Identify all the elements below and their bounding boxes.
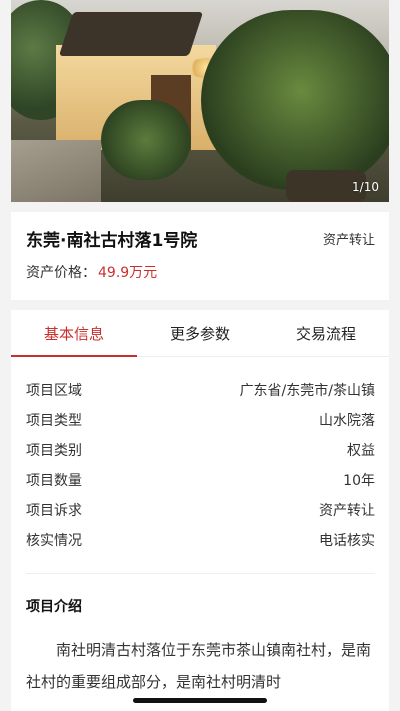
detail-value: 权益 bbox=[347, 443, 375, 459]
detail-row: 项目类型 山水院落 bbox=[26, 410, 375, 430]
tab-basic-info[interactable]: 基本信息 bbox=[11, 323, 137, 344]
home-indicator[interactable] bbox=[133, 698, 267, 703]
listing-tag: 资产转让 bbox=[322, 233, 375, 248]
photo-path bbox=[11, 140, 101, 202]
price-value: 49.9万元 bbox=[98, 265, 158, 281]
detail-value: 广东省/东莞市/茶山镇 bbox=[239, 383, 375, 399]
price-line: 资产价格： 49.9万元 bbox=[26, 262, 157, 282]
photo-gallery[interactable]: 1/10 bbox=[11, 0, 389, 202]
photo-roof bbox=[58, 12, 204, 56]
price-label: 资产价格： bbox=[26, 265, 96, 281]
detail-value: 山水院落 bbox=[319, 413, 375, 429]
details-card: 基本信息 更多参数 交易流程 项目区域 广东省/东莞市/茶山镇 项目类型 山水院… bbox=[11, 310, 389, 711]
photo-bush bbox=[101, 100, 191, 180]
detail-key: 项目类型 bbox=[26, 413, 82, 429]
tab-trade-process[interactable]: 交易流程 bbox=[263, 323, 389, 344]
tab-bar: 基本信息 更多参数 交易流程 bbox=[11, 310, 389, 357]
section-divider bbox=[26, 573, 375, 574]
detail-value: 资产转让 bbox=[319, 503, 375, 519]
tab-more-params[interactable]: 更多参数 bbox=[137, 323, 263, 344]
detail-key: 项目类别 bbox=[26, 443, 82, 459]
detail-row: 项目诉求 资产转让 bbox=[26, 500, 375, 520]
detail-key: 核实情况 bbox=[26, 533, 82, 549]
intro-title: 项目介绍 bbox=[26, 599, 82, 615]
detail-key: 项目数量 bbox=[26, 473, 82, 489]
listing-summary-card: 东莞·南社古村落1号院 资产转让 资产价格： 49.9万元 bbox=[11, 212, 389, 300]
detail-row: 项目区域 广东省/东莞市/茶山镇 bbox=[26, 380, 375, 400]
detail-value: 电话核实 bbox=[319, 533, 375, 549]
detail-key: 项目诉求 bbox=[26, 503, 82, 519]
photo-tree-right bbox=[201, 10, 389, 190]
detail-row: 项目数量 10年 bbox=[26, 470, 375, 490]
tab-active-indicator bbox=[11, 355, 137, 357]
detail-value: 10年 bbox=[343, 473, 375, 489]
detail-key: 项目区域 bbox=[26, 383, 82, 399]
detail-row: 项目类别 权益 bbox=[26, 440, 375, 460]
intro-text: 南社明清古村落位于东莞市茶山镇南社村，是南社村的重要组成部分，是南社村明清时 bbox=[26, 641, 372, 691]
detail-row: 核实情况 电话核实 bbox=[26, 530, 375, 550]
listing-title: 东莞·南社古村落1号院 bbox=[26, 231, 198, 251]
gallery-counter: 1/10 bbox=[352, 180, 379, 194]
